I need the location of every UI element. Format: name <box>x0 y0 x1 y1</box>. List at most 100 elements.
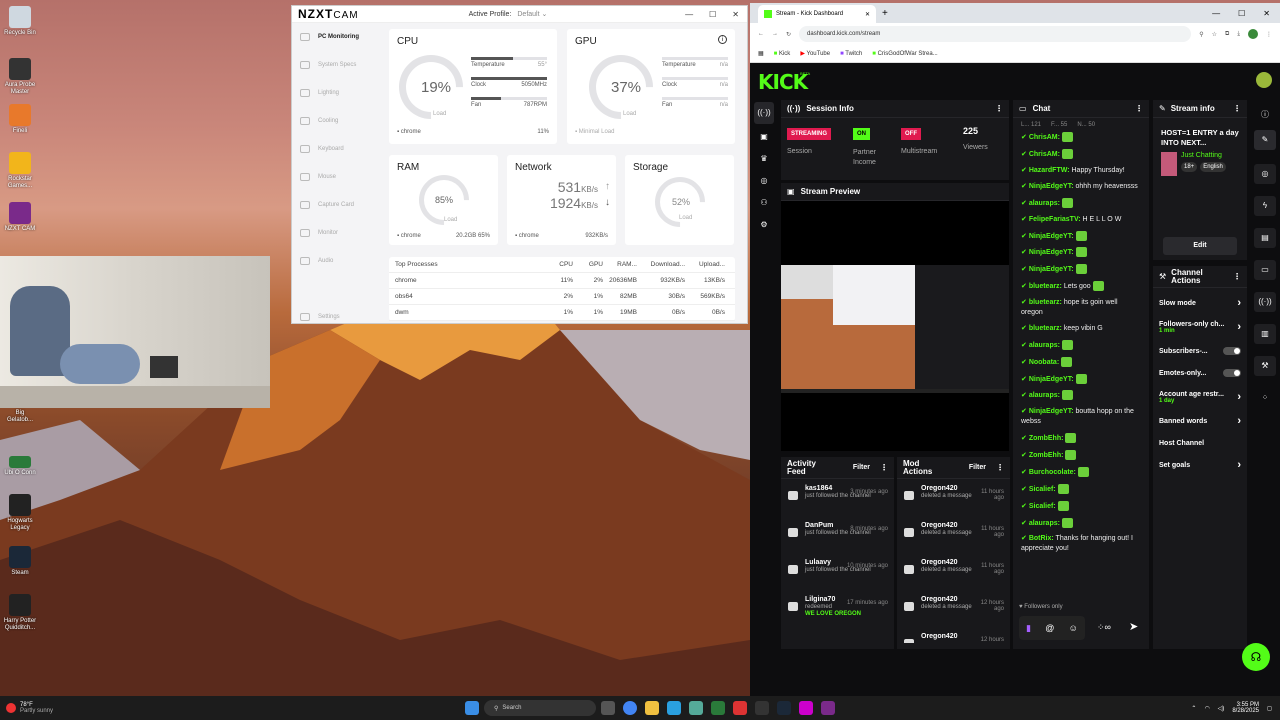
chat-username[interactable]: alauraps: <box>1029 519 1060 526</box>
chat-message[interactable]: ✔ alauraps: <box>1021 339 1141 351</box>
multistream-toggle[interactable]: OFF <box>901 128 921 140</box>
bookmark-twitch[interactable]: ■ Twitch <box>840 51 862 57</box>
chat-message[interactable]: ✔ BotRix: Thanks for hanging out! I appr… <box>1021 534 1141 554</box>
chat-message[interactable]: ✔ ChrisAM: <box>1021 148 1141 160</box>
close-tab-icon[interactable]: ✕ <box>865 11 870 18</box>
desktop-icon-app[interactable]: Fineli <box>2 104 38 135</box>
chat-username[interactable]: Noobata: <box>1029 359 1059 366</box>
new-tab-button[interactable]: + <box>882 8 888 19</box>
chat-message[interactable]: ✔ NinjaEdgeYT: <box>1021 373 1141 385</box>
pencil-icon[interactable]: ✎ <box>1254 130 1276 150</box>
desktop-icon-nzxt-cam[interactable]: NZXT CAM <box>2 202 38 233</box>
chat-message[interactable]: ✔ alauraps: <box>1021 197 1141 209</box>
wrench-icon[interactable]: ⚒ <box>1254 356 1276 376</box>
chat-message[interactable]: ✔ bluetearz: hope its goin well oregon <box>1021 298 1141 318</box>
chat-message[interactable]: ✔ NinjaEdgeYT: <box>1021 247 1141 258</box>
chat-username[interactable]: ZombEhh: <box>1029 435 1064 442</box>
channel-action-item[interactable]: Subscribers-... <box>1153 340 1247 362</box>
minimize-button[interactable]: — <box>1212 9 1220 18</box>
chat-username[interactable]: NinjaEdgeYT: <box>1029 232 1074 239</box>
edit-button[interactable]: Edit <box>1163 237 1237 255</box>
nav-audio[interactable]: Audio <box>292 247 382 275</box>
weather-widget[interactable]: 78°F Partly sunny <box>0 702 200 714</box>
chat-message[interactable]: ✔ bluetearz: keep vibin G <box>1021 324 1141 334</box>
info-icon[interactable]: ⓘ <box>1250 100 1280 130</box>
channel-action-item[interactable]: Banned words › <box>1153 410 1247 432</box>
channel-action-item[interactable]: Account age restr... 1 day › <box>1153 384 1247 410</box>
column-header[interactable]: Top Processes <box>395 261 545 268</box>
chat-username[interactable]: bluetearz: <box>1029 299 1062 306</box>
more-icon[interactable]: ⋮ <box>1135 104 1143 113</box>
avatar[interactable] <box>1248 29 1258 39</box>
chat-username[interactable]: alauraps: <box>1029 200 1060 207</box>
chat-message[interactable]: ✔ alauraps: <box>1021 390 1141 401</box>
maximize-button[interactable]: ☐ <box>709 10 716 19</box>
document-icon[interactable]: ▤ <box>1254 228 1276 248</box>
url-field[interactable]: dashboard.kick.com/stream <box>799 26 1192 42</box>
chat-username[interactable]: FelipeFariasTV: <box>1029 216 1081 223</box>
bolt-icon[interactable]: ϟ <box>1254 196 1276 216</box>
close-button[interactable]: ✕ <box>732 10 739 19</box>
clock[interactable]: 3:55 PM 8/28/2025 <box>1232 702 1259 714</box>
chat-input[interactable]: ▮ @ ☺ <box>1019 616 1085 640</box>
chat-username[interactable]: NinjaEdgeYT: <box>1029 408 1074 415</box>
nav-system-specs[interactable]: System Specs <box>292 51 382 79</box>
table-row[interactable]: obs64 2% 1% 82MB 30B/s 569KB/s <box>389 289 735 305</box>
nzxt-icon[interactable] <box>821 701 835 715</box>
chat-message[interactable]: ✔ ChrisAM: <box>1021 132 1141 143</box>
bookmark-kick[interactable]: ■ Kick <box>774 51 791 57</box>
column-header[interactable]: Upload... <box>685 261 725 268</box>
target-icon[interactable]: ◎ <box>1254 164 1276 184</box>
app-icon[interactable] <box>667 701 681 715</box>
filter-button[interactable]: Filter <box>853 464 870 472</box>
chat-username[interactable]: NinjaEdgeYT: <box>1029 375 1074 382</box>
chat-message[interactable]: ✔ Sicalief: <box>1021 500 1141 512</box>
desktop-icon-quidditch[interactable]: Harry Potter Quidditch... <box>2 594 38 632</box>
nav-capture-card[interactable]: Capture Card <box>292 191 382 219</box>
chat-message[interactable]: ✔ NinjaEdgeYT: <box>1021 230 1141 242</box>
nav-monitor[interactable]: Monitor <box>292 219 382 247</box>
chat-username[interactable]: ChrisAM: <box>1029 151 1060 158</box>
desktop-icon-hogwarts[interactable]: Hogwarts Legacy <box>2 494 38 532</box>
reload-icon[interactable]: ↻ <box>786 31 791 38</box>
chat-username[interactable]: NinjaEdgeYT: <box>1029 266 1074 273</box>
back-icon[interactable]: ← <box>758 31 764 37</box>
nav-pc-monitoring[interactable]: PC Monitoring <box>292 23 382 51</box>
emoji-icon[interactable]: ☺ <box>1069 623 1078 633</box>
wifi-icon[interactable]: ◠ <box>1204 705 1209 712</box>
channel-action-item[interactable]: Followers-only ch... 1 min › <box>1153 314 1247 340</box>
toggle-switch[interactable] <box>1223 369 1241 377</box>
nav-keyboard[interactable]: Keyboard <box>292 135 382 163</box>
desktop-icon-app[interactable]: Big Gelatob... <box>2 410 38 424</box>
nav-mouse[interactable]: Mouse <box>292 163 382 191</box>
obs-icon[interactable] <box>799 701 813 715</box>
table-row[interactable]: dwm 1% 1% 19MB 0B/s 0B/s <box>389 305 735 321</box>
column-header[interactable]: GPU <box>573 261 603 268</box>
library-icon[interactable]: ▣ <box>750 126 778 148</box>
zoom-icon[interactable]: ⚲ <box>1199 31 1203 38</box>
channel-action-item[interactable]: Slow mode › <box>1153 292 1247 314</box>
avatar[interactable] <box>1256 72 1272 88</box>
chat-username[interactable]: BotRix: <box>1029 535 1054 542</box>
notification-icon[interactable]: ◻ <box>1267 705 1272 712</box>
chat-username[interactable]: alauraps: <box>1029 342 1060 349</box>
desktop-icon-rockstar[interactable]: Rockstar Games... <box>2 152 38 190</box>
more-icon[interactable]: ⋮ <box>995 104 1003 113</box>
minimize-button[interactable]: — <box>685 10 693 19</box>
steam-icon[interactable] <box>777 701 791 715</box>
extensions-icon[interactable]: ⧉ <box>1225 31 1229 38</box>
chat-message[interactable]: ✔ alauraps: <box>1021 517 1141 529</box>
stream-icon[interactable]: ((·)) <box>754 102 774 124</box>
epic-icon[interactable] <box>755 701 769 715</box>
chat-username[interactable]: HazardFTW: <box>1029 167 1070 174</box>
column-header[interactable]: RAM... <box>603 261 637 268</box>
column-header[interactable]: CPU <box>545 261 573 268</box>
channel-action-item[interactable]: Emotes-only... <box>1153 362 1247 384</box>
chat-message[interactable]: ✔ bluetearz: Lets goo <box>1021 281 1141 292</box>
send-icon[interactable]: ➤ <box>1129 620 1138 633</box>
chat-message[interactable]: ✔ Noobata: <box>1021 356 1141 368</box>
task-view-icon[interactable] <box>601 701 615 715</box>
nav-cooling[interactable]: Cooling <box>292 107 382 135</box>
chat-message[interactable]: ✔ NinjaEdgeYT: boutta hopp on the webss <box>1021 407 1141 427</box>
bookmark-youtube[interactable]: ▶ YouTube <box>800 50 830 57</box>
